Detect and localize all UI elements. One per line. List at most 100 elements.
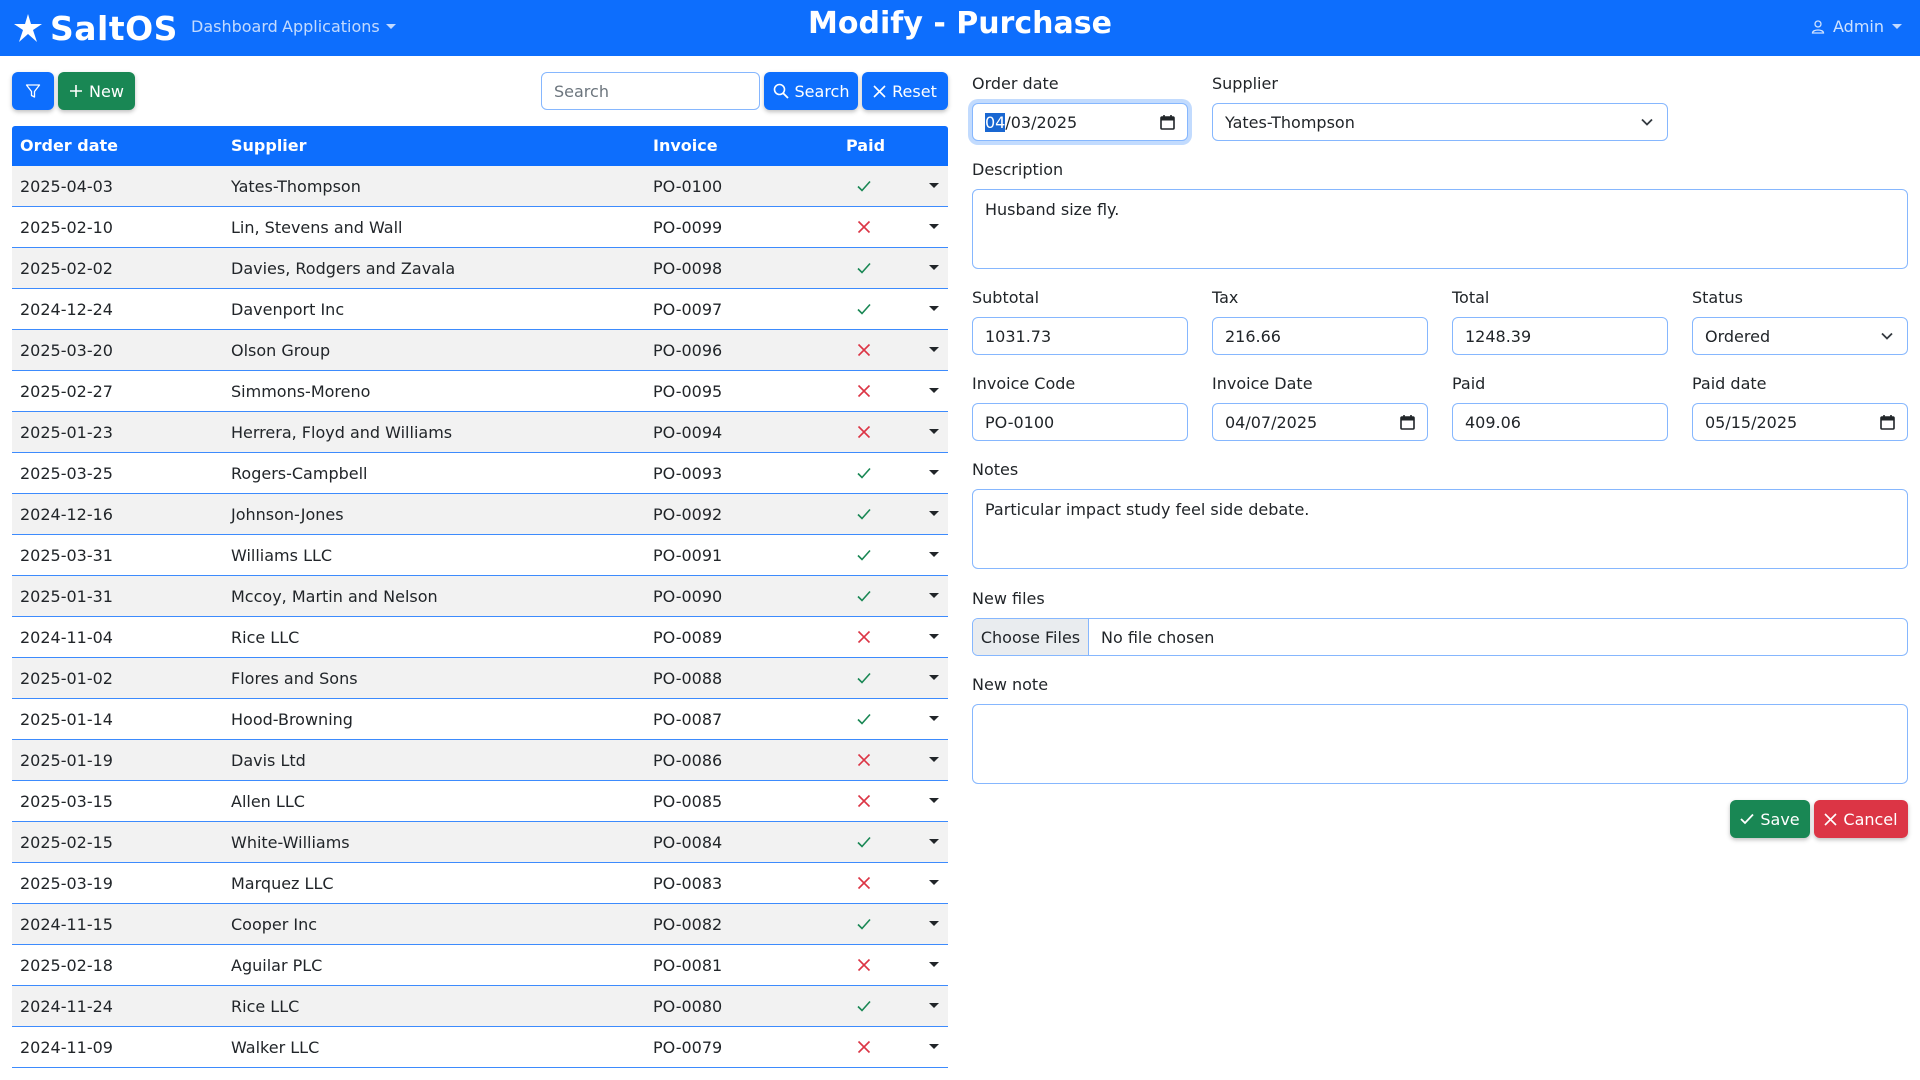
row-actions-dropdown-icon[interactable]	[929, 716, 939, 721]
table-row[interactable]: 2024-11-15 Cooper Inc PO-0082	[12, 904, 948, 945]
table-row[interactable]: 2025-02-18 Aguilar PLC PO-0081	[12, 945, 948, 986]
row-actions-dropdown-icon[interactable]	[929, 511, 939, 516]
row-actions-dropdown-icon[interactable]	[929, 798, 939, 803]
nav-dashboard[interactable]: Dashboard	[191, 17, 278, 36]
row-actions-dropdown-icon[interactable]	[929, 183, 939, 188]
invoice-date-field[interactable]: 04/07/2025	[1212, 403, 1428, 441]
table-row[interactable]: 2025-03-31 Williams LLC PO-0091	[12, 535, 948, 576]
row-actions-dropdown-icon[interactable]	[929, 675, 939, 680]
invoice-code-field[interactable]: PO-0100	[972, 403, 1188, 441]
header-invoice[interactable]: Invoice	[653, 136, 718, 155]
calendar-icon[interactable]	[1400, 414, 1415, 430]
nav-applications-label: Applications	[282, 17, 380, 36]
row-actions-dropdown-icon[interactable]	[929, 921, 939, 926]
filter-button[interactable]	[12, 72, 54, 110]
cell-invoice: PO-0098	[653, 259, 723, 278]
table-row[interactable]: 2024-12-24 Davenport Inc PO-0097	[12, 289, 948, 330]
cell-order-date: 2024-11-04	[20, 628, 113, 647]
calendar-icon[interactable]	[1160, 114, 1175, 130]
notes-textarea[interactable]: Particular impact study feel side debate…	[972, 489, 1908, 569]
table-row[interactable]: 2025-02-27 Simmons-Moreno PO-0095	[12, 371, 948, 412]
new-files-input[interactable]: Choose Files No file chosen	[972, 618, 1908, 656]
row-actions-dropdown-icon[interactable]	[929, 634, 939, 639]
paid-field[interactable]: 409.06	[1452, 403, 1668, 441]
table-row[interactable]: 2025-01-02 Flores and Sons PO-0088	[12, 658, 948, 699]
choose-files-button[interactable]: Choose Files	[973, 619, 1089, 655]
row-actions-dropdown-icon[interactable]	[929, 1003, 939, 1008]
cell-supplier: Williams LLC	[231, 546, 333, 565]
header-supplier[interactable]: Supplier	[231, 136, 307, 155]
row-actions-dropdown-icon[interactable]	[929, 306, 939, 311]
order-date-label: Order date	[972, 74, 1059, 93]
table-row[interactable]: 2025-03-19 Marquez LLC PO-0083	[12, 863, 948, 904]
nav-applications[interactable]: Applications	[282, 17, 396, 36]
table-row[interactable]: 2025-01-31 Mccoy, Martin and Nelson PO-009…	[12, 576, 948, 617]
header-order-date[interactable]: Order date	[20, 136, 118, 155]
calendar-icon[interactable]	[1880, 414, 1895, 430]
x-icon	[1824, 812, 1837, 826]
page-title: Modify - Purchase	[808, 6, 1112, 41]
row-actions-dropdown-icon[interactable]	[929, 839, 939, 844]
row-actions-dropdown-icon[interactable]	[929, 470, 939, 475]
cell-order-date: 2025-02-15	[20, 833, 113, 852]
table-row[interactable]: 2025-01-14 Hood-Browning PO-0087	[12, 699, 948, 740]
cell-supplier: Walker LLC	[231, 1038, 320, 1057]
row-actions-dropdown-icon[interactable]	[929, 429, 939, 434]
status-select[interactable]: Ordered	[1692, 317, 1908, 355]
check-icon	[857, 180, 871, 192]
table-row[interactable]: 2024-11-09 Walker LLC PO-0079	[12, 1027, 948, 1068]
table-row[interactable]: 2025-02-10 Lin, Stevens and Wall PO-0099	[12, 207, 948, 248]
table-row[interactable]: 2025-04-03 Yates-Thompson PO-0100	[12, 166, 948, 207]
reset-button[interactable]: Reset	[862, 72, 948, 110]
header-paid[interactable]: Paid	[846, 136, 885, 155]
save-button[interactable]: Save	[1730, 800, 1810, 838]
cell-invoice: PO-0082	[653, 915, 723, 934]
row-actions-dropdown-icon[interactable]	[929, 880, 939, 885]
new-note-textarea[interactable]	[972, 704, 1908, 784]
search-button[interactable]: Search	[764, 72, 858, 110]
subtotal-field[interactable]: 1031.73	[972, 317, 1188, 355]
row-actions-dropdown-icon[interactable]	[929, 962, 939, 967]
table-row[interactable]: 2025-02-15 White-Williams PO-0084	[12, 822, 948, 863]
new-button[interactable]: New	[58, 72, 135, 110]
search-input[interactable]: Search	[541, 72, 760, 110]
user-menu[interactable]: Admin	[1811, 17, 1902, 36]
row-actions-dropdown-icon[interactable]	[929, 1044, 939, 1049]
cell-order-date: 2025-01-14	[20, 710, 113, 729]
table-row[interactable]: 2025-01-19 Davis Ltd PO-0086	[12, 740, 948, 781]
supplier-select[interactable]: Yates-Thompson	[1212, 103, 1668, 141]
x-icon	[857, 425, 871, 439]
row-actions-dropdown-icon[interactable]	[929, 265, 939, 270]
paid-date-field[interactable]: 05/15/2025	[1692, 403, 1908, 441]
total-field[interactable]: 1248.39	[1452, 317, 1668, 355]
cell-supplier: Lin, Stevens and Wall	[231, 218, 403, 237]
table-row[interactable]: 2025-01-23 Herrera, Floyd and Williams PO-…	[12, 412, 948, 453]
new-files-label: New files	[972, 589, 1045, 608]
table-row[interactable]: 2025-02-02 Davies, Rodgers and Zavala PO-0…	[12, 248, 948, 289]
row-actions-dropdown-icon[interactable]	[929, 347, 939, 352]
row-actions-dropdown-icon[interactable]	[929, 593, 939, 598]
table-row[interactable]: 2024-12-16 Johnson-Jones PO-0092	[12, 494, 948, 535]
cell-invoice: PO-0091	[653, 546, 723, 565]
row-actions-dropdown-icon[interactable]	[929, 552, 939, 557]
cell-order-date: 2025-03-31	[20, 546, 113, 565]
description-textarea[interactable]: Husband size fly.	[972, 189, 1908, 269]
tax-label: Tax	[1212, 288, 1239, 307]
cell-invoice: PO-0085	[653, 792, 723, 811]
table-row[interactable]: 2025-03-25 Rogers-Campbell PO-0093	[12, 453, 948, 494]
table-row[interactable]: 2024-11-24 Rice LLC PO-0080	[12, 986, 948, 1027]
order-date-field[interactable]: 04/03/2025	[972, 103, 1188, 141]
cell-order-date: 2024-11-09	[20, 1038, 113, 1057]
row-actions-dropdown-icon[interactable]	[929, 224, 939, 229]
brand-logo[interactable]: SaltOS	[12, 8, 178, 48]
caret-down-icon	[385, 24, 396, 29]
x-icon	[857, 343, 871, 357]
table-row[interactable]: 2025-03-20 Olson Group PO-0096	[12, 330, 948, 371]
table-row[interactable]: 2024-11-04 Rice LLC PO-0089	[12, 617, 948, 658]
tax-field[interactable]: 216.66	[1212, 317, 1428, 355]
row-actions-dropdown-icon[interactable]	[929, 757, 939, 762]
cell-invoice: PO-0083	[653, 874, 723, 893]
row-actions-dropdown-icon[interactable]	[929, 388, 939, 393]
cancel-button[interactable]: Cancel	[1814, 800, 1908, 838]
table-row[interactable]: 2025-03-15 Allen LLC PO-0085	[12, 781, 948, 822]
